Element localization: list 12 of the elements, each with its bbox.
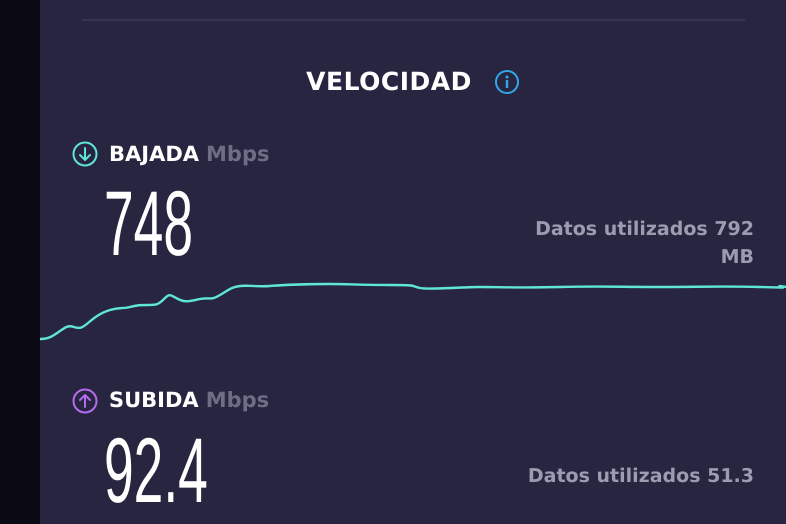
unit-label: Mbps bbox=[206, 387, 270, 414]
unit-label: Mbps bbox=[206, 140, 270, 168]
speed-value: 92.4 bbox=[104, 424, 208, 517]
download-icon bbox=[72, 141, 98, 168]
upload-icon bbox=[72, 388, 98, 414]
section-title: VELOCIDAD bbox=[306, 66, 472, 98]
data-used: Datos utilizados 792 MB bbox=[534, 217, 754, 270]
info-icon[interactable] bbox=[494, 68, 520, 95]
speed-value: 748 bbox=[104, 178, 194, 270]
data-used: Datos utilizados 51.3 bbox=[526, 464, 754, 489]
speed-label: BAJADA bbox=[109, 140, 200, 168]
speed-label: SUBIDA bbox=[109, 387, 199, 414]
